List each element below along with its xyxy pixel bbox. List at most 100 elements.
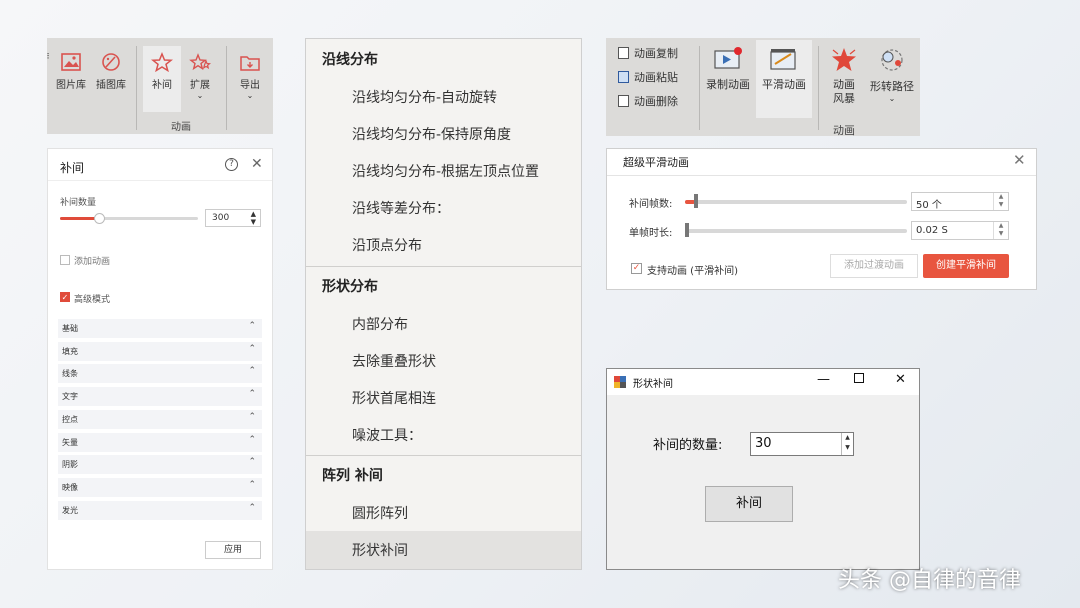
section-row[interactable]: 矢量 ⌃	[58, 432, 262, 452]
section-label: 控点	[62, 414, 78, 424]
tween-button[interactable]: 补间	[705, 486, 793, 522]
menu-item[interactable]: 形状首尾相连	[352, 388, 436, 408]
section-row[interactable]: 阴影 ⌃	[58, 455, 262, 475]
record-video-icon	[714, 47, 742, 69]
create-smooth-tween-button[interactable]: 创建平滑补间	[923, 254, 1009, 278]
app-icon	[614, 376, 626, 388]
minimize-icon[interactable]: —	[817, 372, 830, 387]
menu-item[interactable]: 圆形阵列	[352, 503, 408, 523]
add-animation-label: 添加动画	[74, 257, 111, 267]
section-label: 线条	[62, 369, 78, 379]
section-row[interactable]: 填充 ⌃	[58, 341, 262, 361]
menu-item[interactable]: 沿线均匀分布-保持原角度	[352, 124, 511, 144]
section-label: 发光	[62, 505, 78, 515]
star-outline-icon	[151, 52, 173, 72]
export-label: 导出	[240, 80, 260, 91]
maximize-icon[interactable]	[854, 373, 864, 383]
menu-item[interactable]: 沿顶点分布	[352, 235, 422, 255]
menu-item[interactable]: 沿线均匀分布-自动旋转	[352, 87, 497, 107]
extend-label: 扩展	[190, 80, 210, 91]
chevron-up-icon[interactable]: ⌃	[248, 366, 256, 376]
section-row[interactable]: 基础 ⌃	[58, 319, 262, 338]
menu-head-shape-distribution: 形状分布	[322, 279, 378, 295]
tween-panel: 补间 ? ✕ 补间数量 300 ▲ ▼ 添加动画 ✓ 高级模式 基础 ⌃ 填充 ⌃ 线条 ⌃…	[47, 148, 273, 570]
section-label: 阴影	[62, 460, 78, 470]
frame-time-slider-knob[interactable]	[685, 223, 689, 237]
support-animation-label: 支持动画 (平滑补间)	[647, 266, 738, 277]
panel-title: 补间	[60, 161, 85, 175]
frame-time-slider-track[interactable]	[685, 229, 907, 233]
section-row[interactable]: 发光 ⌃	[58, 500, 262, 520]
paste-animation-button[interactable]: 动画粘贴	[618, 69, 678, 85]
record-animation-label: 录制动画	[706, 78, 750, 91]
support-animation-checkbox[interactable]: ✓	[631, 263, 642, 274]
chevron-up-icon[interactable]: ⌃	[248, 321, 256, 331]
frames-slider-knob[interactable]	[694, 194, 698, 208]
spin-arrows-icon[interactable]: ▲ ▼	[251, 210, 256, 226]
smooth-animation-button[interactable]: 平滑动画	[756, 46, 812, 92]
ribbon-animation: 动画复制 动画粘贴 动画删除 录制动画 平滑动画 动画 风暴 形转路径 ⌄ 动画	[606, 38, 920, 137]
frames-spinbox[interactable]: 50 个 ▲ ▼	[911, 192, 1009, 211]
copy-animation-button[interactable]: 动画复制	[618, 45, 678, 61]
count-slider-knob[interactable]	[94, 213, 105, 224]
section-label: 填充	[62, 346, 78, 356]
watermark: 头条 @自律的音律	[838, 568, 1021, 593]
chevron-up-icon[interactable]: ⌃	[248, 435, 256, 445]
extend-button[interactable]: 扩展 ⌄	[183, 52, 217, 100]
ribbon-overflow: ⁝	[46, 52, 50, 62]
menu-item[interactable]: 噪波工具：	[352, 425, 422, 445]
section-row[interactable]: 映像 ⌃	[58, 477, 262, 497]
export-button[interactable]: 导出 ⌄	[233, 52, 267, 100]
close-icon[interactable]: ✕	[251, 156, 263, 172]
frames-slider-track[interactable]	[685, 200, 907, 204]
tools-menu: 沿线分布 沿线均匀分布-自动旋转 沿线均匀分布-保持原角度 沿线均匀分布-根据左…	[305, 38, 582, 570]
window-title: 形状补间	[633, 379, 673, 390]
illustration-button[interactable]: 插图库	[91, 52, 131, 91]
gallery-button[interactable]: 图片库	[53, 52, 89, 91]
advanced-mode-checkbox[interactable]: ✓	[60, 292, 70, 302]
chevron-up-icon[interactable]: ⌃	[248, 503, 256, 513]
chevron-up-icon[interactable]: ⌃	[248, 412, 256, 422]
spin-arrows-icon[interactable]: ▲ ▼	[841, 433, 853, 455]
group-label-animation: 动画	[833, 124, 855, 137]
chevron-up-icon[interactable]: ⌃	[248, 389, 256, 399]
close-icon[interactable]: ✕	[1013, 151, 1026, 169]
menu-item[interactable]: 内部分布	[352, 314, 408, 334]
count-input[interactable]: 300 ▲ ▼	[205, 209, 261, 227]
section-row[interactable]: 控点 ⌃	[58, 409, 262, 429]
section-row[interactable]: 文字 ⌃	[58, 387, 262, 407]
close-icon[interactable]: ✕	[895, 372, 906, 387]
shape-to-path-button[interactable]: 形转路径 ⌄	[864, 46, 920, 103]
count-label: 补间的数量:	[653, 438, 723, 453]
delete-animation-button[interactable]: 动画删除	[618, 93, 678, 109]
frame-time-spinbox[interactable]: 0.02 S ▲ ▼	[911, 221, 1009, 240]
frames-value: 50 个	[916, 200, 942, 211]
count-label: 补间数量	[60, 198, 97, 208]
shape-to-path-label: 形转路径	[870, 80, 914, 93]
spin-arrows-icon[interactable]: ▲ ▼	[993, 222, 1008, 239]
frame-time-value: 0.02 S	[916, 225, 948, 236]
apply-button[interactable]: 应用	[205, 541, 261, 559]
chevron-up-icon[interactable]: ⌃	[248, 480, 256, 490]
count-input[interactable]: 30 ▲ ▼	[750, 432, 854, 456]
record-animation-button[interactable]: 录制动画	[702, 46, 754, 92]
spin-arrows-icon[interactable]: ▲ ▼	[993, 193, 1008, 210]
menu-item[interactable]: 去除重叠形状	[352, 351, 436, 371]
menu-head-line-distribution: 沿线分布	[322, 52, 378, 68]
add-transition-button[interactable]: 添加过渡动画	[830, 254, 918, 278]
tween-button[interactable]: 补间	[143, 52, 181, 91]
menu-item[interactable]: 沿线等差分布：	[352, 198, 450, 218]
section-label: 基础	[62, 324, 78, 333]
chevron-up-icon[interactable]: ⌃	[248, 457, 256, 467]
menu-item-shape-tween[interactable]: 形状补间	[352, 540, 408, 560]
delete-animation-label: 动画删除	[634, 95, 678, 108]
section-row[interactable]: 线条 ⌃	[58, 364, 262, 384]
paste-animation-label: 动画粘贴	[634, 71, 678, 84]
menu-item[interactable]: 沿线均匀分布-根据左顶点位置	[352, 161, 539, 181]
animation-storm-button[interactable]: 动画 风暴	[822, 46, 866, 106]
stars-icon	[189, 53, 211, 71]
chevron-up-icon[interactable]: ⌃	[248, 344, 256, 354]
help-icon[interactable]: ?	[225, 158, 238, 171]
add-animation-checkbox[interactable]	[60, 255, 70, 265]
ribbon-divider	[818, 46, 819, 130]
